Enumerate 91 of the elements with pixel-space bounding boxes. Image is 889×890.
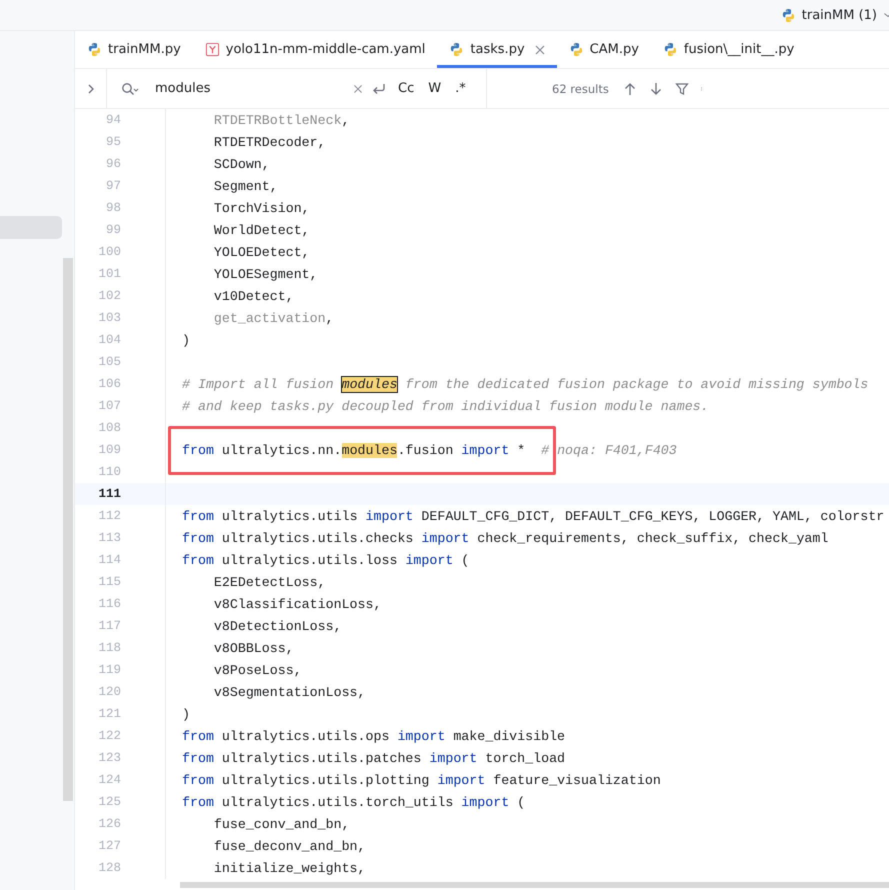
- line-number: 124: [97, 773, 121, 787]
- code-line: from ultralytics.utils.loss import (: [182, 552, 470, 568]
- python-icon: [568, 42, 584, 57]
- line-number: 121: [97, 707, 121, 721]
- line-number: 97: [104, 179, 121, 193]
- line-number: 111: [97, 487, 121, 501]
- line-number: 117: [97, 619, 121, 633]
- search-field[interactable]: modules Cc W .*: [107, 69, 487, 108]
- search-icon[interactable]: [121, 82, 139, 96]
- python-icon: [780, 8, 796, 22]
- line-number: 112: [97, 509, 121, 523]
- code-line: initialize_weights,: [214, 860, 366, 876]
- code-line: fuse_conv_and_bn,: [214, 816, 350, 832]
- code-line: # Import all fusion modules from the dedicated fusion package to avoid missing symbols: [182, 376, 868, 392]
- line-number: 122: [97, 729, 121, 743]
- code-line: fuse_deconv_and_bn,: [214, 838, 366, 854]
- line-number: 108: [97, 421, 121, 435]
- line-number: 116: [97, 597, 121, 611]
- line-number: 95: [104, 135, 121, 149]
- code-line: from ultralytics.utils.patches import torch_load: [182, 750, 566, 766]
- search-option[interactable]: Cc: [395, 80, 418, 97]
- code-line: v10Detect,: [214, 288, 294, 304]
- code-line: RTDETRBottleNeck,: [214, 112, 350, 128]
- close-icon[interactable]: [534, 44, 545, 54]
- code-line: get_activation,: [214, 310, 334, 326]
- arrow-down-icon[interactable]: [648, 82, 663, 96]
- code-line: from ultralytics.utils.ops import make_divisible: [182, 728, 566, 744]
- editor-tab[interactable]: CAM.py: [556, 31, 651, 68]
- code-line: Segment,: [214, 178, 278, 194]
- code-line: # and keep tasks.py decoupled from individual fusion module names.: [182, 398, 709, 414]
- line-number: 119: [97, 663, 121, 677]
- results-count: 62 results: [552, 82, 609, 96]
- code-line: from ultralytics.utils.checks import check_requirements, check_suffix, check_yaml: [182, 530, 828, 546]
- code-line: v8OBBLoss,: [214, 640, 294, 656]
- line-number: 126: [97, 817, 121, 831]
- code-line: v8ClassificationLoss,: [214, 596, 382, 612]
- code-line: v8SegmentationLoss,: [214, 684, 366, 700]
- search-option[interactable]: .*: [452, 80, 469, 97]
- line-number: 101: [97, 267, 121, 281]
- project-name[interactable]: trainMM (1): [802, 8, 877, 22]
- line-number: 94: [104, 113, 121, 127]
- code-line: WorldDetect,: [214, 222, 310, 238]
- filter-icon[interactable]: [674, 82, 689, 96]
- scrollbar[interactable]: [180, 882, 889, 888]
- code-line: from ultralytics.utils import DEFAULT_CFG_DICT, DEFAULT_CFG_KEYS, LOGGER, YAML, colorstr: [182, 508, 884, 524]
- line-number: 109: [97, 443, 121, 457]
- line-number: 127: [97, 839, 121, 853]
- line-number: 105: [97, 355, 121, 369]
- line-number: 106: [97, 377, 121, 391]
- line-number: 99: [104, 223, 121, 237]
- editor-tab[interactable]: yolo11n-mm-middle-cam.yaml: [192, 31, 438, 68]
- line-number: 96: [104, 157, 121, 171]
- line-number: 123: [97, 751, 121, 765]
- line-number: 115: [97, 575, 121, 589]
- editor-tab[interactable]: trainMM.py: [75, 31, 193, 68]
- python-icon: [87, 42, 102, 57]
- arrow-up-icon[interactable]: [622, 82, 637, 96]
- code-line: YOLOEDetect,: [214, 244, 310, 260]
- code-line: v8PoseLoss,: [214, 662, 302, 678]
- line-number: 113: [97, 531, 121, 545]
- python-icon: [449, 42, 464, 57]
- code-line: from ultralytics.nn.modules.fusion import * # noqa: F401,F403: [182, 442, 677, 458]
- line-number: 104: [97, 333, 121, 347]
- code-line: from ultralytics.utils.plotting import feature_visualization: [182, 772, 661, 788]
- code-line: ): [182, 332, 190, 348]
- code-line: v8DetectionLoss,: [214, 618, 342, 634]
- line-number: 98: [104, 201, 121, 215]
- line-number: 103: [97, 311, 121, 325]
- yaml-file-icon: [204, 42, 220, 57]
- python-icon: [662, 42, 678, 57]
- line-number: 118: [97, 641, 121, 655]
- newline-icon[interactable]: [371, 82, 387, 96]
- search-option[interactable]: W: [425, 80, 444, 97]
- code-line: from ultralytics.utils.torch_utils import (: [182, 794, 526, 810]
- line-number: 125: [97, 795, 121, 809]
- code-line: YOLOESegment,: [214, 266, 318, 282]
- line-number: 100: [97, 245, 121, 259]
- editor-tab[interactable]: fusion\__init__.py: [650, 31, 806, 68]
- line-number: 107: [97, 399, 121, 413]
- code-line: SCDown,: [214, 156, 270, 172]
- editor-tab[interactable]: tasks.py: [437, 31, 557, 68]
- line-number: 120: [97, 685, 121, 699]
- line-number: 110: [97, 465, 121, 479]
- code-line: ): [182, 706, 190, 722]
- code-line: RTDETRDecoder,: [214, 134, 326, 150]
- scrollbar[interactable]: [63, 258, 73, 801]
- line-number: 128: [97, 861, 121, 875]
- code-line: E2EDetectLoss,: [214, 574, 326, 590]
- code-line: TorchVision,: [214, 200, 310, 216]
- line-number: 102: [97, 289, 121, 303]
- line-number: 114: [97, 553, 121, 567]
